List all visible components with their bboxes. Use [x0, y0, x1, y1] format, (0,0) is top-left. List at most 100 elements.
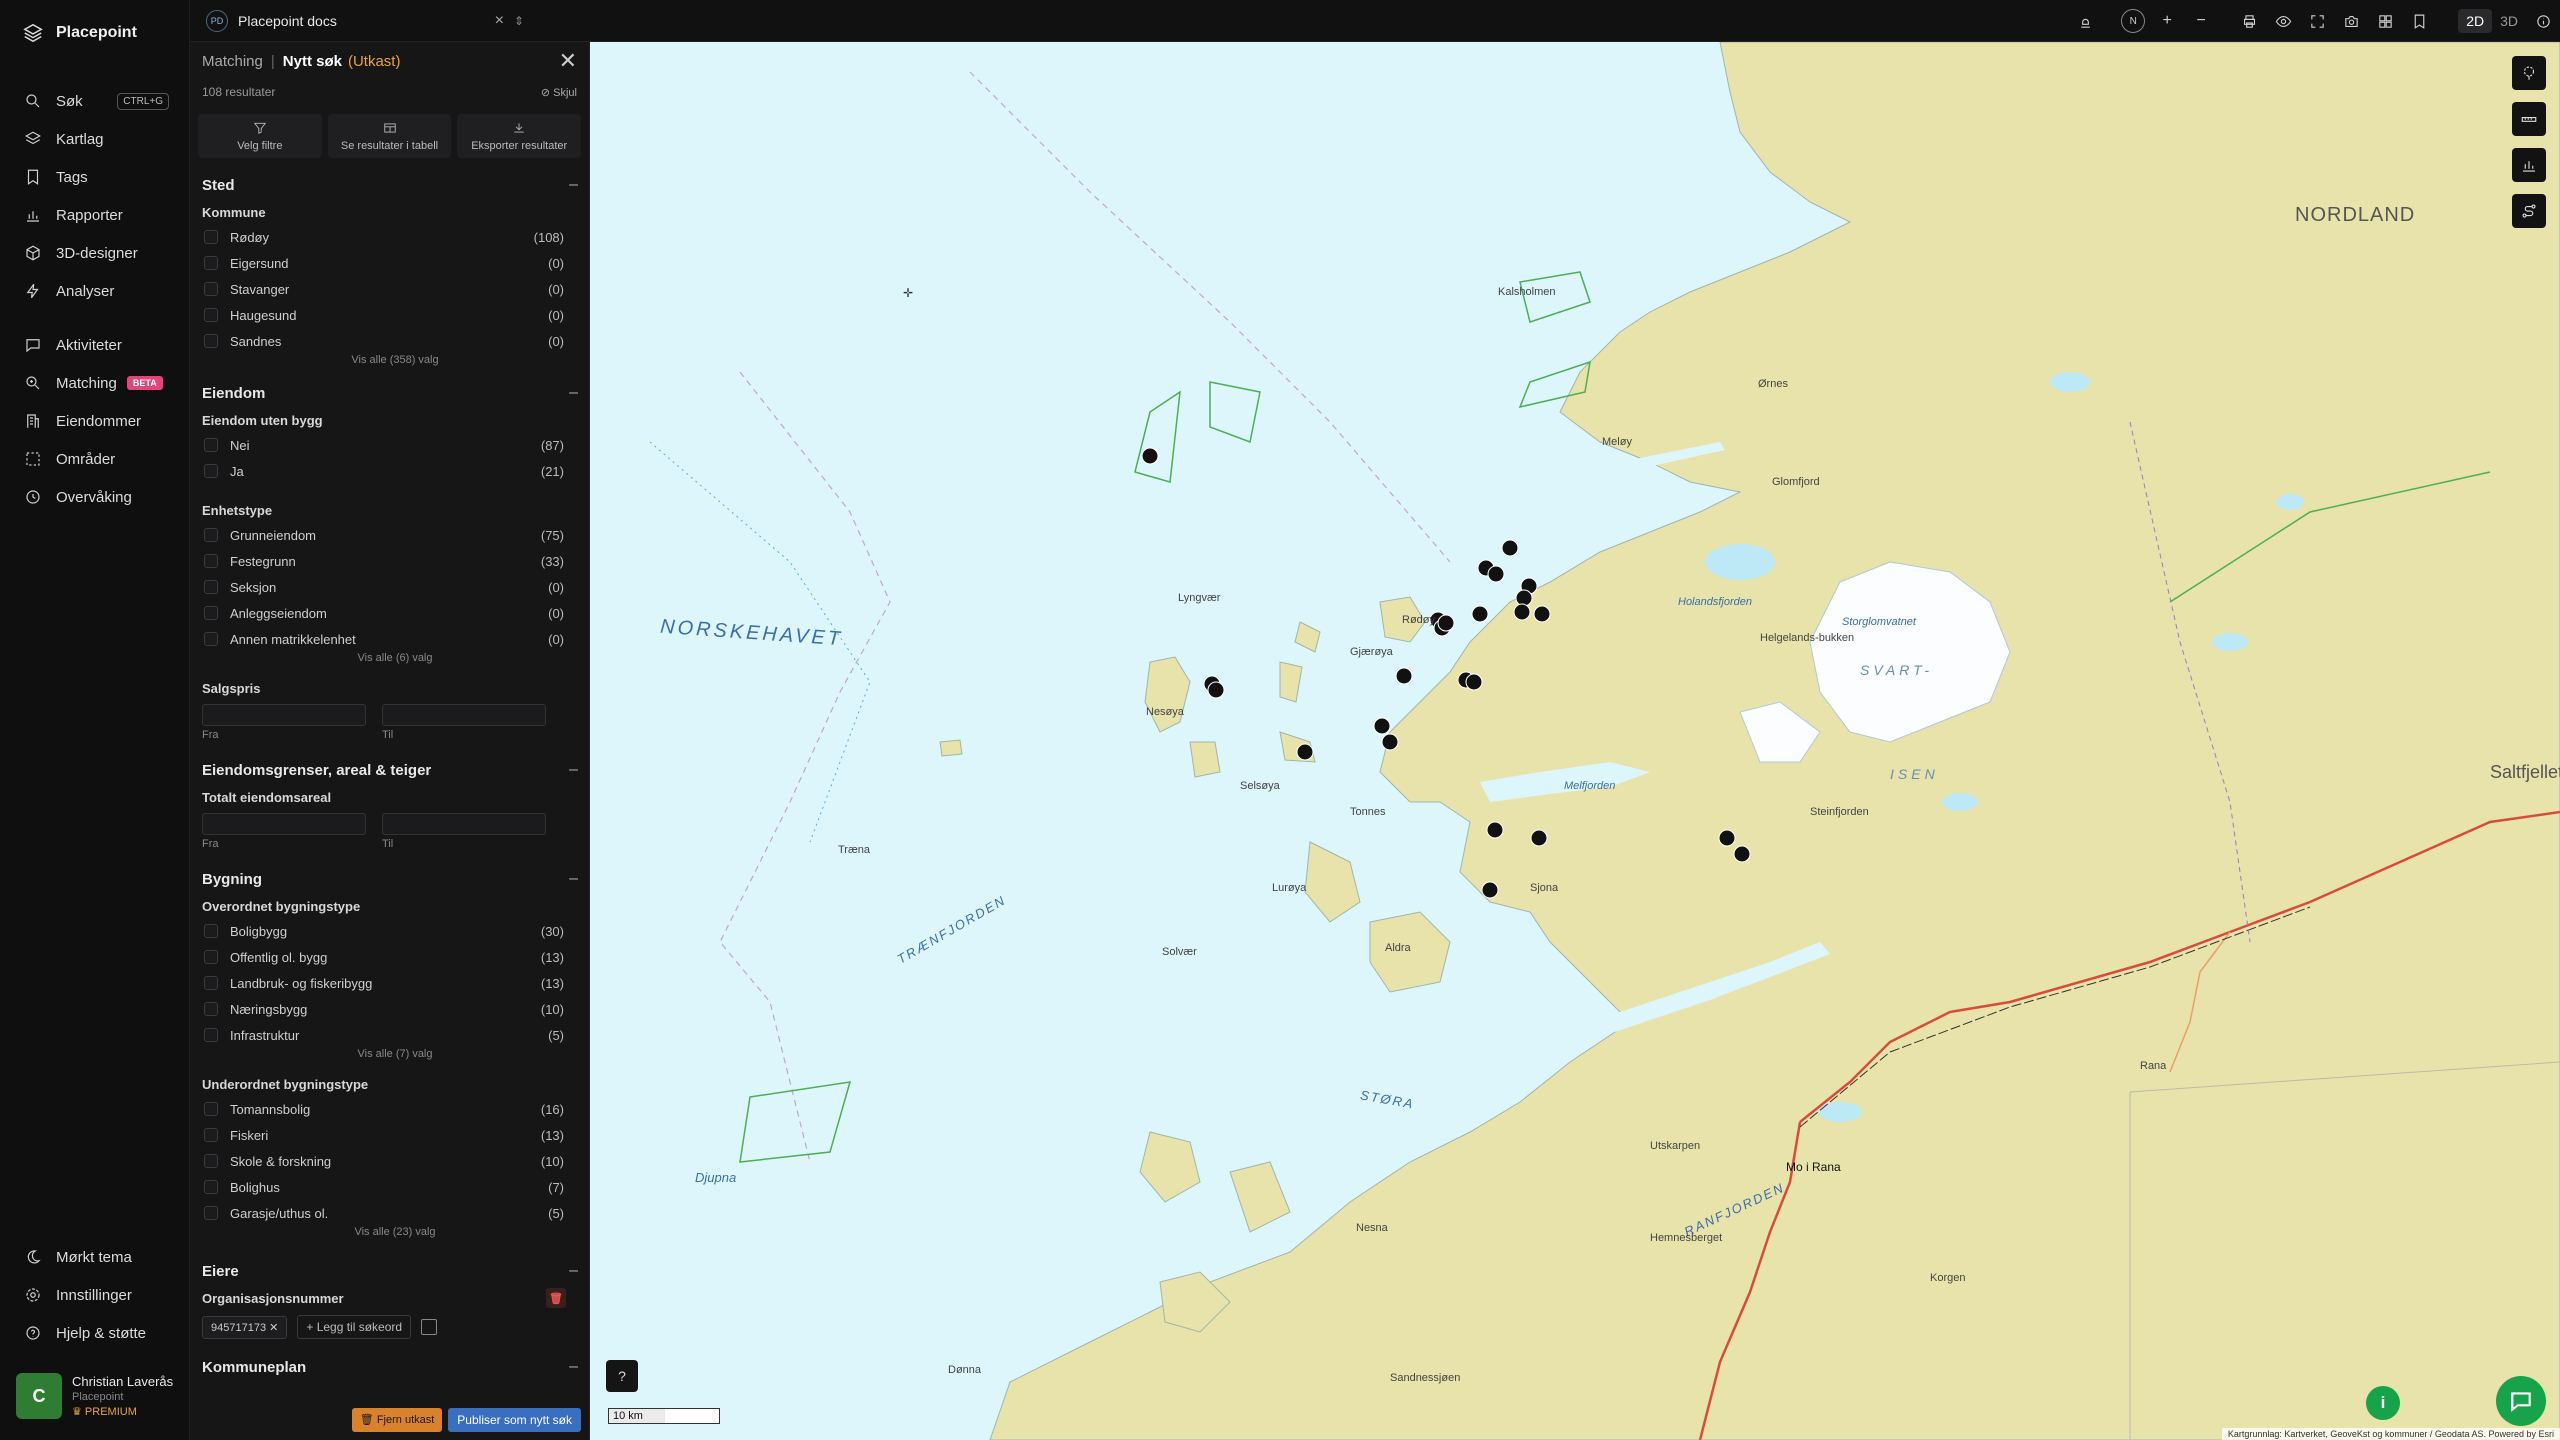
filter-option[interactable]: Stavanger (0) [190, 276, 590, 302]
nav-item-overvaking[interactable]: Overvåking [0, 478, 189, 516]
filter-list[interactable]: Sted – Kommune Rødøy (108) Eigersund (0) St… [190, 170, 590, 1440]
mode-3d-button[interactable]: 3D [2492, 9, 2526, 33]
nav-item-rapporter[interactable]: Rapporter [0, 196, 189, 234]
checkbox[interactable] [204, 438, 218, 452]
filter-option[interactable]: Haugesund (0) [190, 302, 590, 328]
org-chip[interactable]: 945717173 ✕ [202, 1315, 288, 1339]
filter-option[interactable]: Infrastruktur (5) [190, 1022, 590, 1048]
area-to-input[interactable] [382, 813, 546, 835]
show-all-link[interactable]: Vis alle (7) valg [190, 1048, 590, 1064]
compass-button[interactable]: N [2116, 4, 2150, 38]
grid-icon[interactable] [2368, 4, 2402, 38]
show-all-link[interactable]: Vis alle (6) valg [190, 652, 590, 668]
checkbox[interactable] [204, 230, 218, 244]
breadcrumb-matching[interactable]: Matching [202, 53, 263, 70]
show-all-link[interactable]: Vis alle (23) valg [190, 1226, 590, 1242]
publish-search-button[interactable]: Publiser som nytt søk [448, 1408, 581, 1432]
checkbox[interactable] [204, 1180, 218, 1194]
map-help-button[interactable]: ? [606, 1360, 638, 1392]
collapse-icon[interactable]: – [569, 870, 578, 888]
checkbox[interactable] [204, 554, 218, 568]
checkbox[interactable] [204, 1028, 218, 1042]
section-kommuneplan[interactable]: Kommuneplan – [190, 1352, 590, 1382]
collapse-icon[interactable]: – [569, 761, 578, 779]
nav-item-search[interactable]: Søk CTRL+G [0, 82, 189, 120]
filter-option[interactable]: Rødøy (108) [190, 224, 590, 250]
filter-option[interactable]: Skole & forskning (10) [190, 1148, 590, 1174]
filter-option[interactable]: Eigersund (0) [190, 250, 590, 276]
checkbox[interactable] [204, 1102, 218, 1116]
filter-option[interactable]: Garasje/uthus ol. (5) [190, 1200, 590, 1226]
info-button[interactable]: i [2366, 1386, 2400, 1420]
nav-item-aktiviteter[interactable]: Aktiviteter [0, 326, 189, 364]
section-sted[interactable]: Sted – [190, 170, 590, 200]
map-canvas[interactable]: ✛ ✛ [590, 42, 2560, 1440]
nav-item-omrader[interactable]: Områder [0, 440, 189, 478]
filter-option[interactable]: Nei (87) [190, 432, 590, 458]
copy-icon[interactable] [421, 1319, 438, 1335]
chat-button[interactable] [2496, 1376, 2546, 1426]
select-filters-button[interactable]: Velg filtre [198, 114, 322, 158]
checkbox[interactable] [204, 632, 218, 646]
checkbox[interactable] [204, 1002, 218, 1016]
nav-item-kartlag[interactable]: Kartlag [0, 120, 189, 158]
select-area-button[interactable] [2512, 56, 2546, 90]
mode-2d-button[interactable]: 2D [2458, 9, 2493, 33]
price-to-input[interactable] [382, 704, 546, 726]
route-button[interactable] [2512, 194, 2546, 228]
nav-item-help[interactable]: Hjelp & støtte [0, 1314, 190, 1352]
checkbox[interactable] [204, 464, 218, 478]
fullscreen-icon[interactable] [2300, 4, 2334, 38]
remove-draft-button[interactable]: 🗑 Fjern utkast [351, 1408, 443, 1432]
export-button[interactable]: Eksporter resultater [457, 114, 582, 158]
close-panel-button[interactable]: ✕ [559, 48, 577, 74]
trash-icon[interactable]: 🗑 [546, 1288, 566, 1308]
checkbox[interactable] [204, 976, 218, 990]
filter-option[interactable]: Grunneiendom (75) [190, 522, 590, 548]
section-eiendomsgrenser[interactable]: Eiendomsgrenser, areal & teiger – [190, 755, 590, 785]
collapse-icon[interactable]: – [569, 1358, 578, 1376]
filter-option[interactable]: Næringsbygg (10) [190, 996, 590, 1022]
filter-option[interactable]: Sandnes (0) [190, 328, 590, 354]
checkbox[interactable] [204, 606, 218, 620]
section-eiere[interactable]: Eiere – [190, 1256, 590, 1286]
filter-option[interactable]: Tomannsbolig (16) [190, 1096, 590, 1122]
statistics-button[interactable] [2512, 148, 2546, 182]
add-keyword-button[interactable]: + Legg til søkeord [297, 1315, 412, 1339]
close-icon[interactable]: ✕ [269, 1322, 278, 1334]
nav-item-3d-designer[interactable]: 3D-designer [0, 234, 189, 272]
filter-option[interactable]: Anleggseiendom (0) [190, 600, 590, 626]
zoom-out-button[interactable]: − [2184, 4, 2218, 38]
chevron-up-down-icon[interactable]: ⇕ [514, 14, 524, 28]
checkbox[interactable] [204, 528, 218, 542]
nav-item-tags[interactable]: Tags [0, 158, 189, 196]
checkbox[interactable] [204, 580, 218, 594]
filter-option[interactable]: Fiskeri (13) [190, 1122, 590, 1148]
bookmark-icon[interactable] [2402, 4, 2436, 38]
checkbox[interactable] [204, 1128, 218, 1142]
filter-option[interactable]: Boligbygg (30) [190, 918, 590, 944]
nav-item-analyser[interactable]: Analyser [0, 272, 189, 310]
filter-option[interactable]: Seksjon (0) [190, 574, 590, 600]
user-profile[interactable]: C Christian Laverås Placepoint ♛ PREMIUM [16, 1366, 190, 1426]
checkbox[interactable] [204, 334, 218, 348]
filter-option[interactable]: Bolighus (7) [190, 1174, 590, 1200]
print-icon[interactable] [2232, 4, 2266, 38]
camera-icon[interactable] [2334, 4, 2368, 38]
info-icon[interactable] [2526, 4, 2560, 38]
table-view-button[interactable]: Se resultater i tabell [327, 114, 452, 158]
filter-option[interactable]: Annen matrikkelenhet (0) [190, 626, 590, 652]
brand[interactable]: Placepoint [0, 0, 189, 66]
filter-option[interactable]: Ja (21) [190, 458, 590, 484]
filter-option[interactable]: Festegrunn (33) [190, 548, 590, 574]
close-icon[interactable]: × [495, 12, 504, 30]
checkbox[interactable] [204, 256, 218, 270]
filter-option[interactable]: Offentlig ol. bygg (13) [190, 944, 590, 970]
section-eiendom[interactable]: Eiendom – [190, 378, 590, 408]
section-bygning[interactable]: Bygning – [190, 864, 590, 894]
checkbox[interactable] [204, 950, 218, 964]
nav-item-dark-theme[interactable]: Mørkt tema [0, 1238, 190, 1276]
collapse-icon[interactable]: – [569, 384, 578, 402]
price-from-input[interactable] [202, 704, 366, 726]
area-from-input[interactable] [202, 813, 366, 835]
